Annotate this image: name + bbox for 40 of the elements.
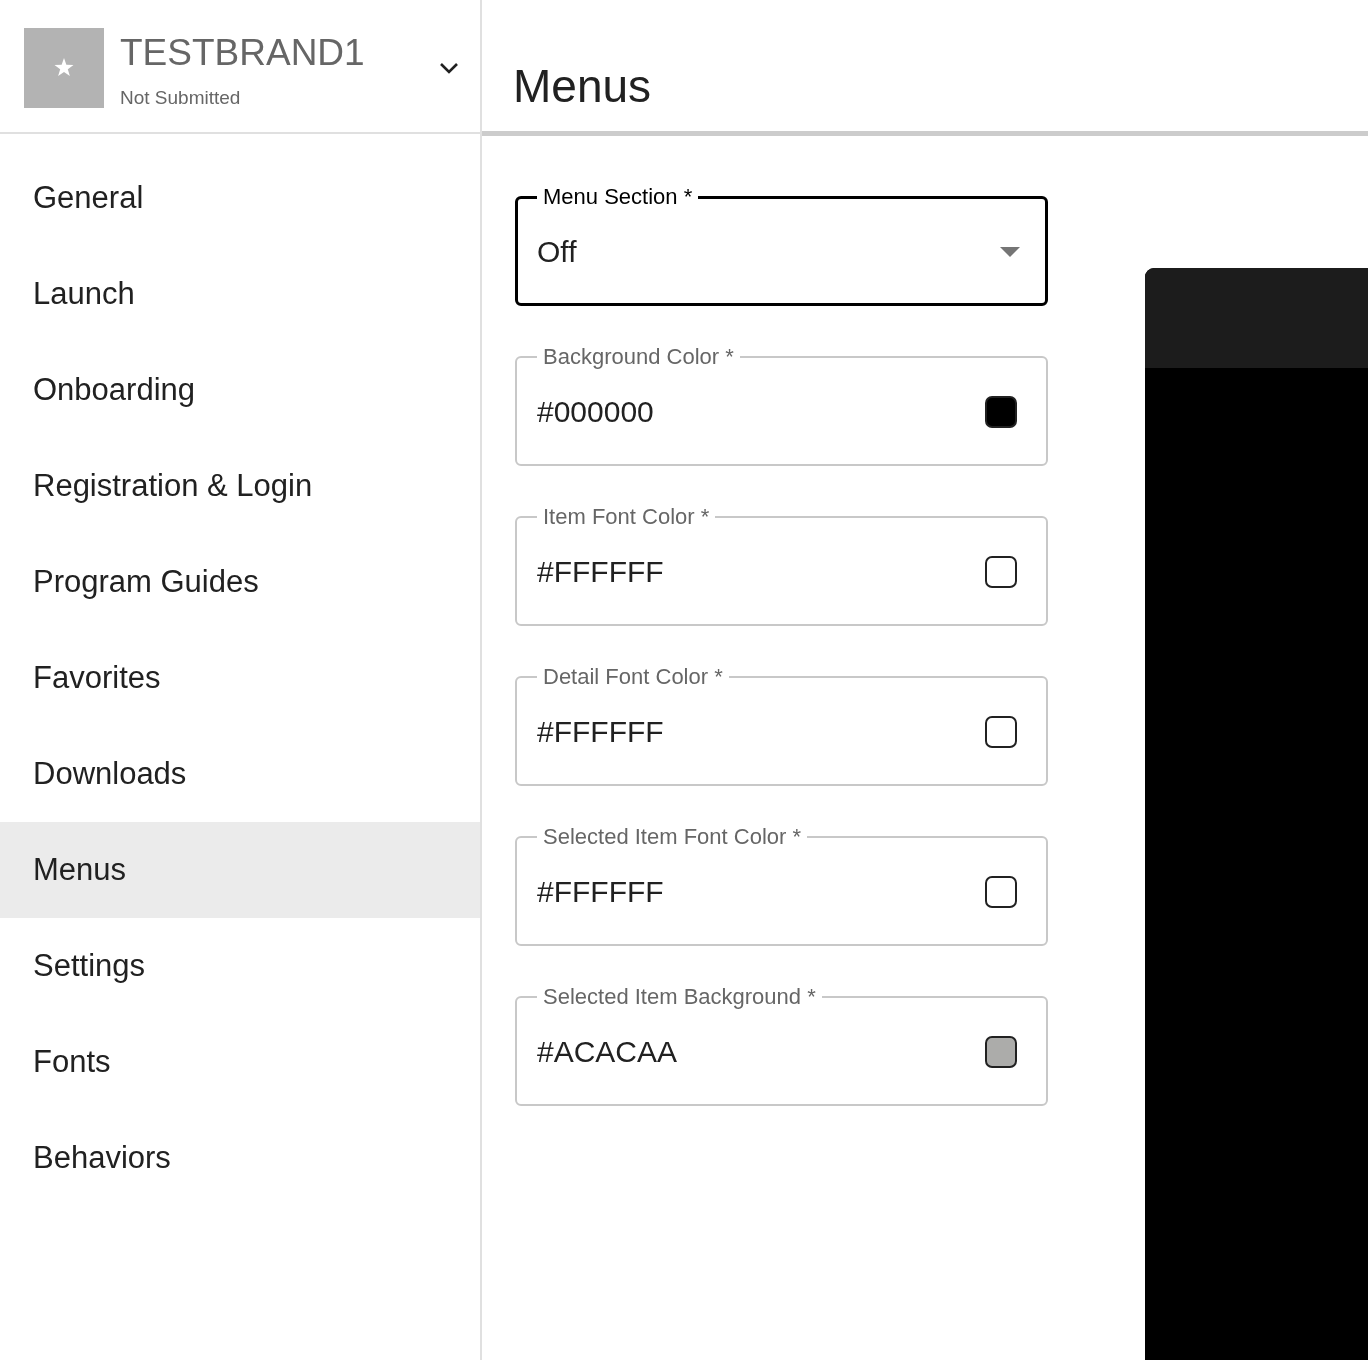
nav-item[interactable]: Fonts	[0, 1014, 480, 1110]
color-swatch-icon[interactable]	[985, 716, 1017, 748]
field-label: Menu Section *	[542, 185, 694, 209]
page-title: Menus	[513, 59, 652, 113]
nav-item[interactable]: Registration & Login	[0, 438, 480, 534]
field-label: Item Font Color *	[542, 505, 711, 529]
nav-item[interactable]: Favorites	[0, 630, 480, 726]
nav-item[interactable]: General	[0, 150, 480, 246]
color-input-field[interactable]: Selected Item Background * #ACACAA	[515, 985, 1048, 1106]
nav-item[interactable]: Menus	[0, 822, 480, 918]
field-value: #FFFFFF	[537, 715, 664, 749]
field-value: #000000	[537, 395, 654, 429]
color-input-field[interactable]: Item Font Color * #FFFFFF	[515, 505, 1048, 626]
field-label: Detail Font Color *	[542, 665, 724, 689]
field-label: Selected Item Background *	[542, 985, 817, 1009]
color-input-field[interactable]: Selected Item Font Color * #FFFFFF	[515, 825, 1048, 946]
field-value: Off	[537, 235, 577, 269]
field-label: Background Color *	[542, 345, 735, 369]
color-input-field[interactable]: Detail Font Color * #FFFFFF	[515, 665, 1048, 786]
nav-item[interactable]: Onboarding	[0, 342, 480, 438]
color-input-field[interactable]: Background Color * #000000	[515, 345, 1048, 466]
nav-item[interactable]: Settings	[0, 918, 480, 1014]
brand-name: TESTBRAND1	[120, 32, 365, 74]
dropdown-field[interactable]: Menu Section * Off	[515, 185, 1048, 306]
nav-item[interactable]: Program Guides	[0, 534, 480, 630]
nav-item[interactable]: Downloads	[0, 726, 480, 822]
star-logo-icon	[24, 28, 104, 108]
nav-item[interactable]: Behaviors	[0, 1110, 480, 1206]
field-label: Selected Item Font Color *	[542, 825, 802, 849]
submission-status: Not Submitted	[120, 87, 242, 109]
field-value: #ACACAA	[537, 1035, 678, 1069]
caret-icon[interactable]	[1000, 247, 1020, 257]
chevron-down-icon[interactable]	[439, 62, 459, 74]
field-value: #FFFFFF	[537, 875, 664, 909]
color-swatch-icon[interactable]	[985, 396, 1017, 428]
color-swatch-icon[interactable]	[985, 556, 1017, 588]
color-swatch-icon[interactable]	[985, 876, 1017, 908]
nav-item[interactable]: Launch	[0, 246, 480, 342]
color-swatch-icon[interactable]	[985, 1036, 1017, 1068]
field-value: #FFFFFF	[537, 555, 664, 589]
